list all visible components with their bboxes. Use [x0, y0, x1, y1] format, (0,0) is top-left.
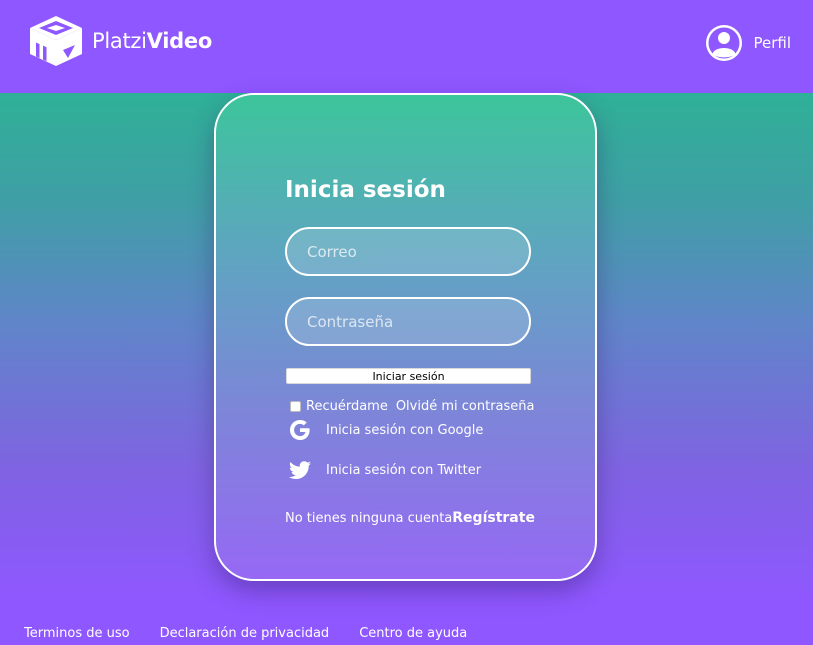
- google-login-label: Inicia sesión con Google: [326, 422, 484, 438]
- email-field[interactable]: [285, 227, 531, 276]
- login-title: Inicia sesión: [285, 177, 446, 203]
- remember-forgot-row: Recuérdame Olvidé mi contraseña: [290, 396, 540, 416]
- twitter-login-label: Inicia sesión con Twitter: [326, 462, 482, 478]
- twitter-icon: [289, 461, 311, 479]
- password-field[interactable]: [285, 297, 531, 346]
- platzi-video-cube-logo-icon: [30, 16, 82, 66]
- brand[interactable]: PlatziVideo: [28, 14, 212, 68]
- login-submit-button[interactable]: Iniciar sesión: [286, 368, 531, 384]
- footer-link-privacy[interactable]: Declaración de privacidad: [160, 626, 330, 641]
- user-avatar-icon: [706, 25, 743, 61]
- google-login-button[interactable]: Inicia sesión con Google: [288, 417, 483, 443]
- forgot-password-link[interactable]: Olvidé mi contraseña: [396, 399, 535, 414]
- google-icon: [290, 420, 310, 440]
- register-prompt: No tienes ninguna cuenta: [285, 511, 453, 526]
- top-header: PlatziVideo Perfil: [0, 0, 813, 93]
- footer-link-terms[interactable]: Terminos de uso: [24, 626, 130, 641]
- footer: Terminos de uso Declaración de privacida…: [24, 626, 497, 641]
- brand-name-bold: Video: [146, 29, 213, 53]
- profile-menu[interactable]: Perfil: [705, 24, 791, 62]
- remember-checkbox[interactable]: [290, 400, 301, 412]
- profile-label: Perfil: [753, 34, 791, 52]
- brand-name-regular: Platzi: [92, 29, 147, 53]
- brand-name: PlatziVideo: [92, 29, 212, 53]
- login-card: Inicia sesión Iniciar sesión Recuérdame …: [214, 93, 597, 581]
- twitter-login-button[interactable]: Inicia sesión con Twitter: [288, 457, 481, 483]
- footer-link-help[interactable]: Centro de ayuda: [359, 626, 467, 641]
- remember-label[interactable]: Recuérdame: [306, 399, 388, 414]
- register-row: No tienes ninguna cuentaRegístrate: [285, 510, 535, 526]
- register-link[interactable]: Regístrate: [452, 510, 535, 526]
